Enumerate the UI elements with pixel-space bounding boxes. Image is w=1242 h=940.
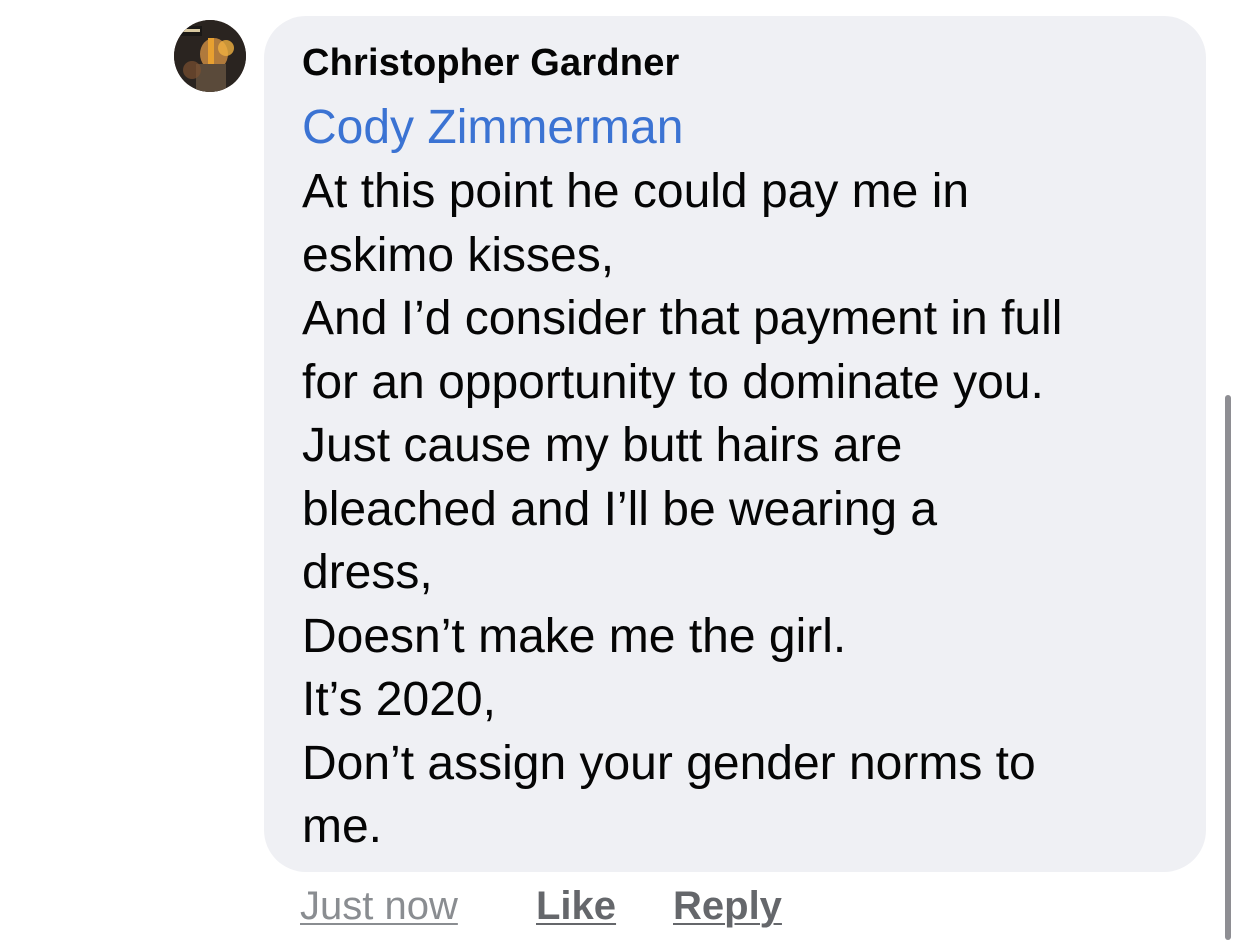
comment-text-line: bleached and I’ll be wearing a [302,482,938,536]
comment-text-line: At this point he could pay me in [302,165,970,218]
comment-mention-link[interactable]: Cody Zimmerman [302,100,683,156]
reply-button[interactable]: Reply [673,880,782,932]
comment-text-line: And I’d consider that payment in full [302,292,1063,345]
like-button[interactable]: Like [536,880,616,932]
comment-text-line: dress, [302,546,433,599]
avatar[interactable] [174,20,246,92]
comment-text-line: eskimo kisses, [302,228,615,282]
comment-text-line: It’s 2020, [302,673,496,726]
scrollbar[interactable] [1225,395,1231,940]
comment-text: At this point he could pay me in eskimo … [302,160,1202,859]
comment-author[interactable]: Christopher Gardner [302,42,680,85]
comment-text-line: Just cause my butt hairs are [302,419,903,472]
comment-text-line: me. [302,800,383,853]
avatar-image [174,20,246,92]
timestamp-link[interactable]: Just now [300,880,458,932]
comment-text-line: for an opportunity to dominate you. [302,355,1044,409]
comment-text-line: Don’t assign your gender norms to [302,736,1036,790]
comment-text-line: Doesn’t make me the girl. [302,609,847,663]
